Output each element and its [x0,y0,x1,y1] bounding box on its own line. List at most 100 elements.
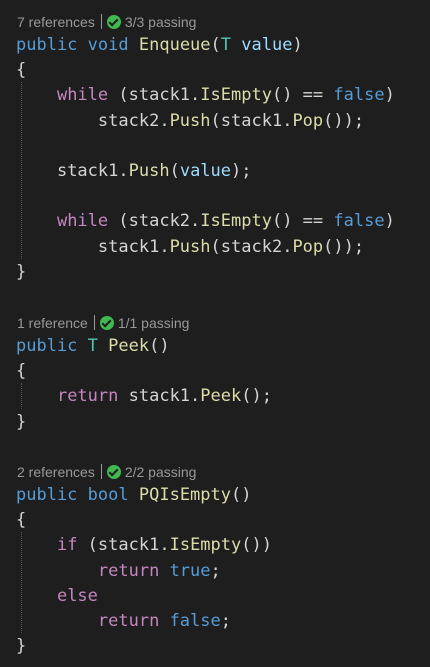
code-token-identifier: stack1 [56,161,119,181]
code-line[interactable]: else [16,583,98,609]
code-line[interactable]: stack1.Push(stack2.Pop()); [16,234,364,260]
code-token-punctuation: ( [108,211,129,232]
code-token-keyword: public [16,35,78,55]
references-link[interactable]: 1 reference [17,315,88,331]
code-line[interactable]: while (stack2.IsEmpty() == false) [16,208,395,234]
code-token-punctuation: . [190,386,201,407]
code-token-identifier: stack1 [220,110,283,131]
code-token-identifier: stack1 [128,386,191,407]
code-token-punctuation: ()); [323,236,365,257]
tests-passing-link[interactable]: 1/1 passing [118,315,190,331]
code-token-keyword: false [333,211,385,232]
check-circle-icon [106,465,121,479]
code-line[interactable]: { [16,507,26,533]
code-token-keyword: true [169,560,211,581]
code-token-method-name: Enqueue [138,35,211,55]
check-circle-icon [99,316,114,330]
codelens-row: 1 reference 1/1 passing [17,313,189,333]
indent-guide [21,383,22,409]
code-line[interactable]: while (stack1.IsEmpty() == false) [16,82,395,108]
code-token-method-name: Peek [108,336,150,356]
code-line[interactable]: { [16,57,26,83]
code-token-punctuation [98,336,108,356]
code-token-identifier: stack1 [97,236,160,257]
references-link[interactable]: 7 references [17,14,95,30]
code-line[interactable]: { [16,358,26,384]
code-token-parameter: value [179,161,232,181]
code-line[interactable]: public void Enqueue(T value) [16,32,303,58]
code-token-punctuation [16,161,57,181]
code-token-punctuation [16,535,57,555]
code-token-method-name: Pop [292,110,324,131]
code-token-punctuation [16,386,57,406]
code-token-punctuation: ( [210,35,221,55]
code-token-punctuation: ()) [241,535,272,556]
code-line[interactable]: return stack1.Peek(); [16,383,272,409]
codelens-separator [100,464,102,479]
code-token-punctuation: ; [220,611,231,631]
code-token-keyword: bool [87,485,129,505]
code-token-method-name: IsEmpty [200,211,272,232]
code-token-punctuation: . [190,85,201,106]
code-line[interactable]: public bool PQIsEmpty() [16,482,251,508]
code-token-punctuation [16,211,57,231]
code-token-method-name: Push [128,161,170,181]
code-token-identifier: stack1 [97,535,160,556]
code-token-punctuation: ( [210,236,221,257]
code-token-punctuation: () [149,336,170,356]
code-line[interactable]: public T Peek() [16,333,170,359]
code-token-punctuation: () == [271,211,334,232]
code-token-punctuation: } [16,411,27,432]
code-token-type-name: T [87,336,98,356]
code-token-method-name: Pop [292,236,324,257]
code-token-punctuation: . [159,110,170,131]
code-token-punctuation [16,611,98,631]
code-token-punctuation [129,35,139,55]
code-line[interactable]: stack2.Push(stack1.Pop()); [16,108,364,134]
references-link[interactable]: 2 references [17,464,95,480]
code-line[interactable]: stack1.Push(value); [16,158,252,184]
code-line[interactable]: } [16,633,26,659]
code-token-punctuation: ( [169,161,180,181]
tests-passing-link[interactable]: 2/2 passing [125,464,197,480]
code-token-control-keyword: else [56,585,98,606]
code-token-punctuation [118,386,128,406]
code-token-keyword: false [333,85,385,106]
code-token-punctuation: . [282,236,293,257]
code-token-punctuation: . [118,161,129,181]
code-token-keyword: public [16,336,78,356]
code-line[interactable]: } [16,409,26,435]
code-token-control-keyword: if [56,535,78,556]
code-token-identifier: stack2 [220,236,283,257]
check-circle-icon [106,15,121,29]
code-token-punctuation [16,237,98,257]
code-token-punctuation: () == [271,85,334,106]
code-token-control-keyword: return [97,560,160,581]
code-token-punctuation: ) [384,211,395,232]
codelens-row: 7 references 3/3 passing [17,12,196,32]
code-token-control-keyword: while [56,85,109,106]
code-token-punctuation: ()); [323,110,365,131]
code-token-punctuation [129,485,139,505]
code-token-punctuation: { [16,60,27,81]
code-line[interactable]: } [16,259,26,285]
code-token-control-keyword: return [56,386,119,407]
code-line[interactable]: if (stack1.IsEmpty()) [16,532,272,558]
code-line[interactable]: return true; [16,558,221,584]
code-token-punctuation [16,111,98,131]
code-line[interactable]: return false; [16,608,231,634]
code-token-punctuation [159,611,169,631]
codelens-separator [100,14,102,29]
code-token-control-keyword: while [56,211,109,232]
code-token-punctuation: . [159,236,170,257]
codelens-separator [93,315,95,330]
code-token-punctuation [16,586,57,606]
indent-guide [21,532,22,634]
tests-passing-link[interactable]: 3/3 passing [125,14,197,30]
code-token-method-name: IsEmpty [200,85,272,106]
code-token-punctuation: ) [292,35,303,55]
code-token-control-keyword: return [97,611,160,631]
code-editor[interactable]: 7 references 3/3 passing public void Enque… [0,0,430,667]
code-token-punctuation: ( [210,110,221,131]
code-token-punctuation: ( [108,85,129,106]
